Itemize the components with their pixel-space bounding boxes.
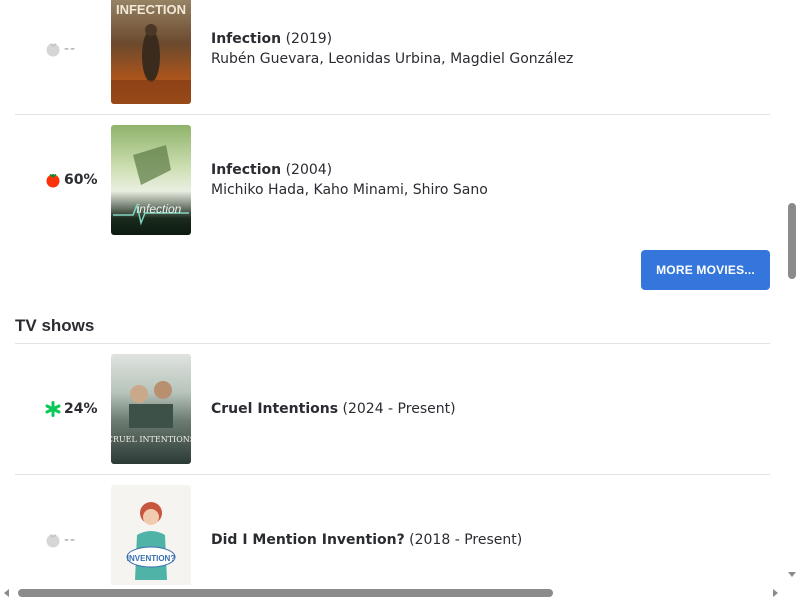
- tv-info: Cruel Intentions (2024 - Present): [211, 399, 456, 419]
- fresh-tomato-icon: [45, 172, 61, 188]
- poster-title-text: infection: [137, 202, 182, 216]
- tomatometer-score: 24%: [45, 399, 115, 419]
- more-movies-button[interactable]: MORE MOVIES...: [641, 250, 770, 290]
- movie-year: (2019): [285, 31, 333, 47]
- rotten-splat-icon: [45, 401, 61, 417]
- tv-shows-heading: TV shows: [15, 316, 95, 335]
- tomatometer-score: --: [45, 39, 115, 59]
- tomatometer-score: --: [45, 530, 115, 550]
- scrollbar-corner: [785, 585, 800, 600]
- poster-title-text: INVENTION?: [127, 554, 176, 563]
- tv-title-link[interactable]: Cruel Intentions: [211, 401, 338, 417]
- horizontal-scrollbar[interactable]: [0, 585, 785, 600]
- movie-row[interactable]: -- INFECTION Infection (2019) Rubén Guev…: [15, 0, 770, 104]
- scroll-right-arrow-icon[interactable]: [773, 589, 778, 597]
- tv-years: (2018 - Present): [409, 532, 523, 548]
- movie-info: Infection (2004) Michiko Hada, Kaho Mina…: [211, 160, 488, 200]
- movie-row[interactable]: 60% infection Infection (2004) Michiko H…: [15, 125, 770, 235]
- tv-title-link[interactable]: Did I Mention Invention?: [211, 532, 405, 548]
- movie-title-link[interactable]: Infection: [211, 31, 281, 47]
- tv-years: (2024 - Present): [342, 401, 456, 417]
- vertical-scroll-thumb[interactable]: [788, 203, 796, 279]
- tv-row[interactable]: -- INVENTION? Did I Mention Invention? (…: [15, 485, 770, 595]
- scroll-left-arrow-icon[interactable]: [4, 589, 9, 597]
- empty-tomato-icon: [45, 532, 61, 548]
- poster-title-text: INFECTION: [116, 2, 186, 17]
- empty-tomato-icon: [45, 41, 61, 57]
- divider: [15, 114, 770, 115]
- divider: [15, 474, 770, 475]
- movie-cast: Michiko Hada, Kaho Minami, Shiro Sano: [211, 182, 488, 198]
- movie-poster[interactable]: INFECTION: [111, 0, 191, 104]
- movie-cast: Rubén Guevara, Leonidas Urbina, Magdiel …: [211, 51, 574, 67]
- poster-title-text: CRUEL INTENTIONS: [111, 435, 191, 444]
- movie-title-link[interactable]: Infection: [211, 162, 281, 178]
- tomatometer-score: 60%: [45, 170, 115, 190]
- tv-row[interactable]: 24% CRUEL INTENTIONS Cruel Intentions (2…: [15, 354, 770, 464]
- movie-poster[interactable]: infection: [111, 125, 191, 235]
- tv-poster[interactable]: CRUEL INTENTIONS: [111, 354, 191, 464]
- tv-poster[interactable]: INVENTION?: [111, 485, 191, 595]
- movie-info: Infection (2019) Rubén Guevara, Leonidas…: [211, 29, 573, 69]
- horizontal-scroll-thumb[interactable]: [18, 589, 553, 597]
- scroll-down-arrow-icon[interactable]: [788, 572, 796, 577]
- divider: [15, 343, 770, 344]
- vertical-scrollbar[interactable]: [785, 0, 800, 585]
- movie-year: (2004): [285, 162, 333, 178]
- tv-info: Did I Mention Invention? (2018 - Present…: [211, 530, 522, 550]
